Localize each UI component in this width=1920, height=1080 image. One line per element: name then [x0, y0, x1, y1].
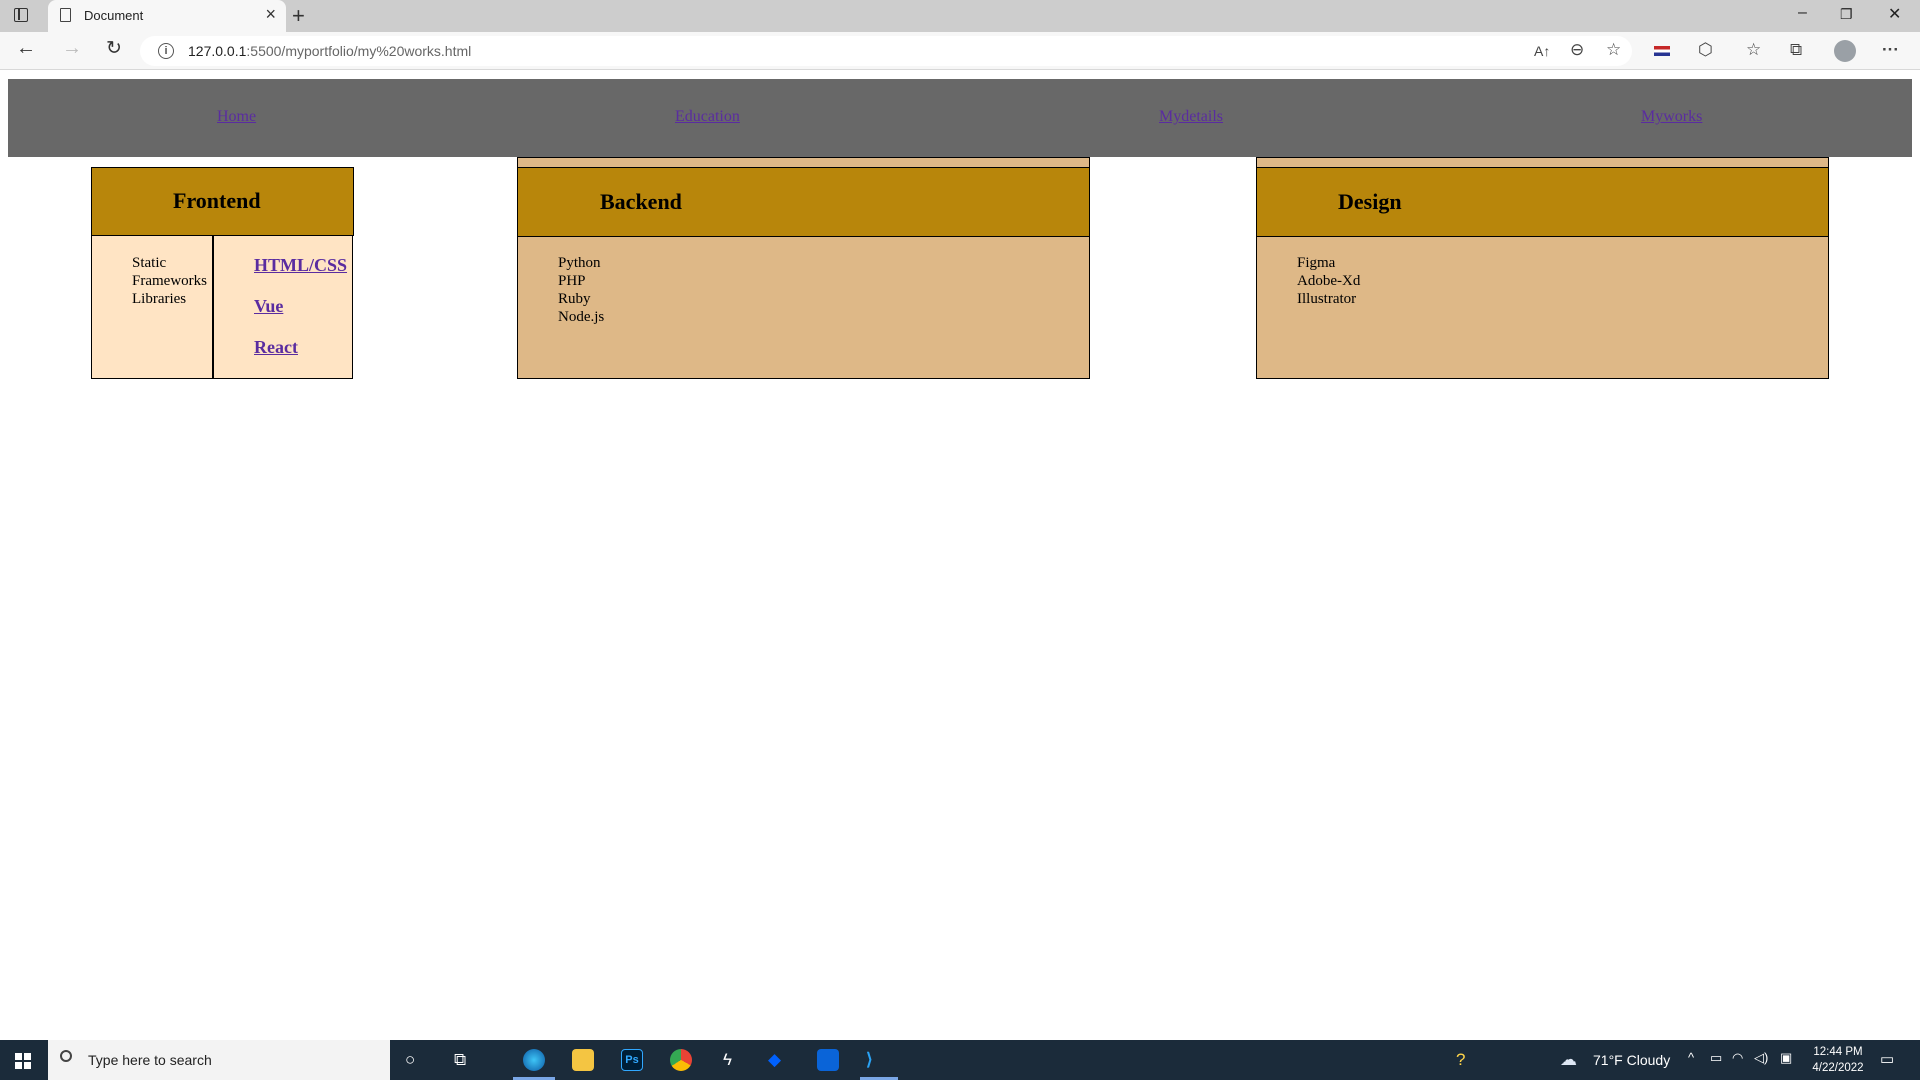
extensions-icon[interactable]: ⬡	[1698, 40, 1713, 60]
link-react[interactable]: React	[254, 337, 298, 358]
site-nav-bar	[8, 79, 1912, 157]
task-view-icon[interactable]: ⧉	[454, 1050, 466, 1070]
taskbar-search-placeholder: Type here to search	[88, 1052, 212, 1068]
list-item: Adobe-Xd	[1297, 273, 1361, 289]
list-item: Frameworks	[132, 273, 207, 289]
window-close-icon[interactable]: ✕	[1888, 4, 1901, 24]
nav-link-education[interactable]: Education	[675, 108, 740, 126]
info-icon[interactable]: i	[158, 43, 174, 59]
list-item: Static	[132, 255, 167, 271]
tab-actions-icon[interactable]	[14, 8, 28, 22]
list-item: Libraries	[132, 291, 187, 307]
close-icon[interactable]: ×	[265, 4, 276, 25]
backend-card-body: Python PHP Ruby Node.js	[517, 236, 1090, 379]
nav-link-home[interactable]: Home	[217, 108, 256, 126]
link-vue[interactable]: Vue	[254, 296, 283, 317]
battery-icon[interactable]: ▭	[1710, 1050, 1722, 1066]
zoom-out-icon[interactable]: ⊖	[1570, 40, 1584, 60]
volume-icon[interactable]: ◁)	[1754, 1050, 1768, 1066]
display-icon[interactable]: ▣	[1780, 1050, 1792, 1066]
frontend-title: Frontend	[173, 188, 261, 213]
cloud-icon: ☁	[1560, 1050, 1577, 1069]
nav-link-mydetails[interactable]: Mydetails	[1159, 108, 1223, 126]
search-icon	[60, 1050, 72, 1062]
dropbox-icon[interactable]: ◆	[768, 1050, 781, 1070]
date-text: 4/22/2022	[1812, 1062, 1864, 1074]
document-icon	[60, 8, 71, 22]
list-item: Figma	[1297, 255, 1336, 271]
browser-tab[interactable]: Document ×	[48, 0, 286, 32]
backend-card-header: Backend	[517, 167, 1090, 237]
file-explorer-icon[interactable]	[572, 1049, 594, 1071]
help-icon[interactable]: ?	[1456, 1050, 1465, 1070]
link-html-css[interactable]: HTML/CSS	[254, 255, 347, 276]
plus-icon[interactable]: +	[292, 3, 305, 29]
design-title: Design	[1338, 189, 1402, 214]
nav-link-myworks[interactable]: Myworks	[1641, 108, 1702, 126]
list-item: Node.js	[558, 309, 605, 325]
notifications-icon[interactable]: ▭	[1880, 1050, 1894, 1068]
time-text: 12:44 PM	[1813, 1046, 1863, 1058]
more-icon[interactable]: ···	[1882, 40, 1899, 60]
edge-app-icon[interactable]	[523, 1049, 545, 1071]
restore-icon[interactable]: ❐	[1840, 6, 1853, 23]
windows-start-icon[interactable]	[15, 1053, 31, 1069]
tab-title: Document	[84, 8, 144, 23]
url-host: 127.0.0.1	[188, 43, 247, 59]
forward-icon[interactable]: →	[62, 37, 82, 60]
extension-flag-icon[interactable]	[1654, 46, 1670, 56]
list-item: Illustrator	[1297, 291, 1357, 307]
read-aloud-icon[interactable]: A↑	[1534, 43, 1550, 59]
wifi-icon[interactable]: ◠	[1732, 1050, 1743, 1066]
cortana-icon[interactable]: ○	[405, 1050, 415, 1070]
profile-icon[interactable]	[1834, 40, 1856, 62]
chrome-icon[interactable]	[670, 1049, 692, 1071]
list-item: PHP	[558, 273, 586, 289]
bolt-app-icon[interactable]: ϟ	[723, 1050, 732, 1070]
url-path: :5500/myportfolio/my%20works.html	[246, 43, 472, 59]
design-card-body: Figma Adobe-Xd Illustrator	[1256, 236, 1829, 379]
favorites-icon[interactable]: ☆	[1746, 40, 1761, 60]
frontend-categories-panel: Static Frameworks Libraries	[91, 235, 214, 379]
weather-text[interactable]: 71°F Cloudy	[1593, 1052, 1670, 1068]
backend-title: Backend	[600, 189, 682, 214]
list-item: Ruby	[558, 291, 591, 307]
favorite-add-icon[interactable]: ☆	[1606, 40, 1621, 60]
clock[interactable]: 12:44 PM 4/22/2022	[1808, 1044, 1868, 1076]
url-text[interactable]: 127.0.0.1:5500/myportfolio/my%20works.ht…	[188, 43, 471, 59]
back-icon[interactable]: ←	[16, 37, 36, 60]
chevron-up-icon[interactable]: ^	[1688, 1050, 1694, 1065]
list-item: Python	[558, 255, 601, 271]
collections-icon[interactable]: ⧉	[1790, 40, 1802, 60]
minimize-icon[interactable]: –	[1798, 4, 1807, 22]
frontend-card-header: Frontend	[91, 167, 354, 236]
mail-icon[interactable]	[817, 1049, 839, 1071]
frontend-links-panel: HTML/CSS Vue React	[212, 235, 353, 379]
design-card-header: Design	[1256, 167, 1829, 237]
vscode-icon[interactable]: ⟩	[866, 1050, 873, 1070]
refresh-icon[interactable]: ↻	[106, 37, 122, 60]
tab-strip	[0, 0, 1920, 32]
photoshop-icon[interactable]: Ps	[621, 1049, 643, 1071]
